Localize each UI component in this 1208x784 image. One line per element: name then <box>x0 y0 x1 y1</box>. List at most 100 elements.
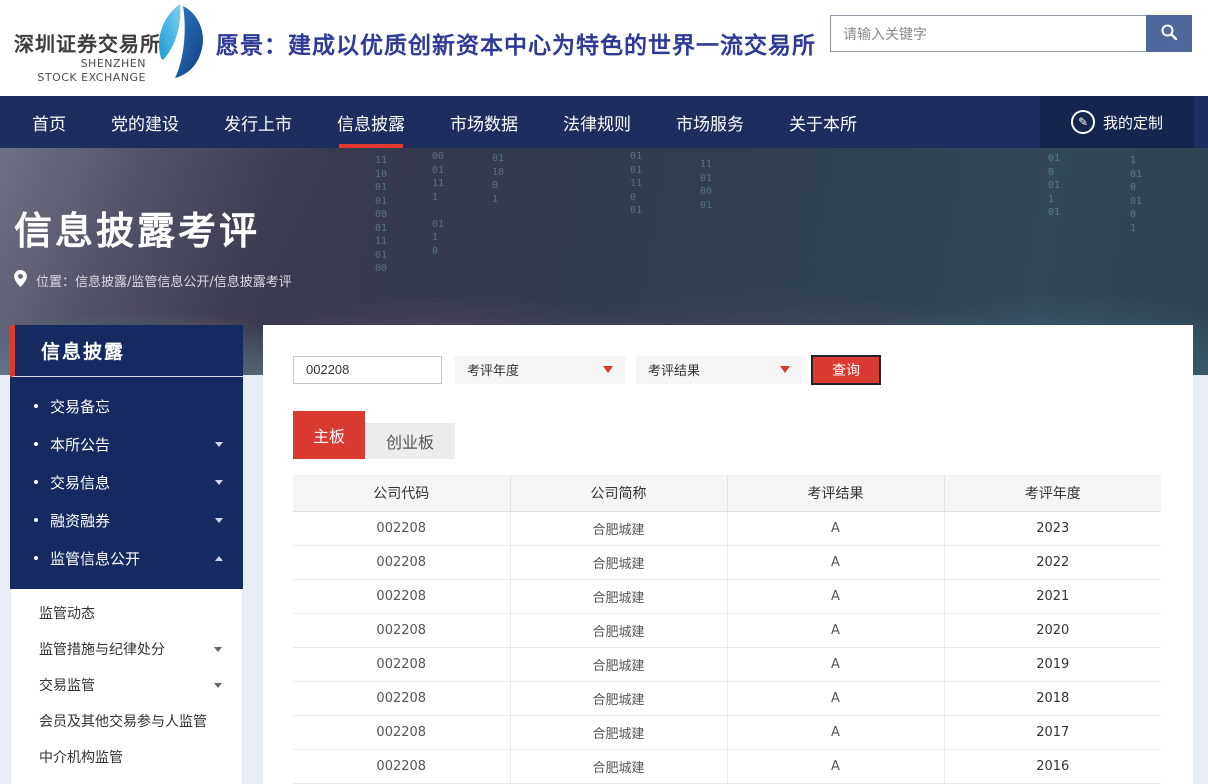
cell-company-code: 002208 <box>293 749 510 783</box>
nav-item-市场服务[interactable]: 市场服务 <box>676 96 744 148</box>
sidebar-subitem-监管措施与纪律处分[interactable]: 监管措施与纪律处分 <box>11 631 242 667</box>
sidebar-subitem-label: 中介机构监管 <box>39 747 123 767</box>
binary-digits-decor: 01 10 0 1 <box>492 152 504 206</box>
logo-chinese-name: 深圳证券交易所 <box>14 28 146 57</box>
bullet-icon <box>34 442 38 446</box>
filter-bar: 考评年度 考评结果 查询 <box>293 355 1163 384</box>
evaluation-result-label: 考评结果 <box>648 360 700 379</box>
breadcrumb: 位置：信息披露/监管信息公开/信息披露考评 <box>14 270 292 291</box>
cell-result: A <box>727 613 944 647</box>
page-title: 信息披露考评 <box>14 200 260 255</box>
table-row: 002208合肥城建A2022 <box>293 545 1161 579</box>
nav-item-关于本所[interactable]: 关于本所 <box>789 96 857 148</box>
search-icon <box>1160 23 1178 44</box>
cell-year: 2019 <box>944 647 1161 681</box>
logo-text[interactable]: 深圳证券交易所 SHENZHEN STOCK EXCHANGE <box>14 28 146 85</box>
sidebar: 信息披露 交易备忘本所公告交易信息融资融券监管信息公开 监管动态监管措施与纪律处… <box>10 325 243 784</box>
my-customization-button[interactable]: ✎ 我的定制 <box>1040 96 1194 148</box>
nav-item-首页[interactable]: 首页 <box>32 96 66 148</box>
column-header-公司代码: 公司代码 <box>293 475 510 511</box>
sidebar-subitem-label: 监管措施与纪律处分 <box>39 639 165 659</box>
table-row: 002208合肥城建A2023 <box>293 511 1161 545</box>
cell-company-code: 002208 <box>293 579 510 613</box>
vision-slogan: 愿景：建成以优质创新资本中心为特色的世界一流交易所 <box>216 26 816 60</box>
column-header-公司简称: 公司简称 <box>510 475 727 511</box>
sidebar-item-监管信息公开[interactable]: 监管信息公开 <box>10 539 243 577</box>
page: 深圳证券交易所 SHENZHEN STOCK EXCHANGE 愿景：建成以优质… <box>0 0 1208 784</box>
nav-item-法律规则[interactable]: 法律规则 <box>563 96 631 148</box>
binary-digits-decor: 01 0 01 1 01 <box>1048 152 1060 220</box>
tab-创业板[interactable]: 创业板 <box>365 423 455 459</box>
szse-logo-icon <box>153 2 207 82</box>
sidebar-subitem-label: 监管动态 <box>39 603 95 623</box>
bullet-icon <box>34 404 38 408</box>
cell-year: 2018 <box>944 681 1161 715</box>
site-header: 深圳证券交易所 SHENZHEN STOCK EXCHANGE 愿景：建成以优质… <box>0 0 1208 96</box>
binary-digits-decor: 1 01 0 01 0 1 <box>1130 154 1142 235</box>
cell-company-name: 合肥城建 <box>510 613 727 647</box>
cell-result: A <box>727 715 944 749</box>
bullet-icon <box>34 480 38 484</box>
search-button[interactable] <box>1146 15 1192 52</box>
chevron-up-icon <box>215 556 223 561</box>
cell-result: A <box>727 511 944 545</box>
sidebar-item-交易备忘[interactable]: 交易备忘 <box>10 387 243 425</box>
binary-digits-decor: 00 01 11 1 01 1 0 <box>432 150 444 258</box>
chevron-down-icon <box>214 683 222 688</box>
cell-company-name: 合肥城建 <box>510 511 727 545</box>
board-tabs: 主板创业板 <box>293 411 1163 459</box>
my-customization-label: 我的定制 <box>1103 112 1163 133</box>
chevron-down-icon <box>215 518 223 523</box>
breadcrumb-text: 位置：信息披露/监管信息公开/信息披露考评 <box>36 271 292 290</box>
query-button[interactable]: 查询 <box>811 355 881 385</box>
sidebar-item-label: 监管信息公开 <box>50 548 140 569</box>
chevron-down-icon <box>780 366 790 373</box>
chevron-down-icon <box>214 647 222 652</box>
cell-company-code: 002208 <box>293 715 510 749</box>
cell-year: 2017 <box>944 715 1161 749</box>
cell-company-name: 合肥城建 <box>510 579 727 613</box>
cell-company-code: 002208 <box>293 681 510 715</box>
search-input[interactable] <box>830 15 1146 52</box>
table-row: 002208合肥城建A2017 <box>293 715 1161 749</box>
sidebar-subitem-交易监管[interactable]: 交易监管 <box>11 667 242 703</box>
sidebar-subitem-监管动态[interactable]: 监管动态 <box>11 595 242 631</box>
company-code-input[interactable] <box>293 356 442 384</box>
bullet-icon <box>34 556 38 560</box>
cell-company-name: 合肥城建 <box>510 545 727 579</box>
sidebar-subitem-发行承销监管[interactable]: 发行承销监管 <box>11 775 242 784</box>
column-header-考评年度: 考评年度 <box>944 475 1161 511</box>
nav-item-党的建设[interactable]: 党的建设 <box>111 96 179 148</box>
main-panel: 考评年度 考评结果 查询 主板创业板 公司代码公司简称考评结果考评年度 0022… <box>263 325 1193 784</box>
sidebar-subitem-会员及其他交易参与人监管[interactable]: 会员及其他交易参与人监管 <box>11 703 242 739</box>
sidebar-submenu: 监管动态监管措施与纪律处分交易监管会员及其他交易参与人监管中介机构监管发行承销监… <box>10 589 243 784</box>
evaluation-result-select[interactable]: 考评结果 <box>636 356 802 384</box>
evaluation-year-select[interactable]: 考评年度 <box>455 356 625 384</box>
main-navbar: 首页党的建设发行上市信息披露市场数据法律规则市场服务关于本所 ✎ 我的定制 <box>0 96 1208 148</box>
cell-result: A <box>727 579 944 613</box>
sidebar-subitem-中介机构监管[interactable]: 中介机构监管 <box>11 739 242 775</box>
binary-digits-decor: 11 01 00 01 <box>700 158 712 212</box>
sidebar-subitem-label: 交易监管 <box>39 675 95 695</box>
cell-year: 2022 <box>944 545 1161 579</box>
sidebar-item-交易信息[interactable]: 交易信息 <box>10 463 243 501</box>
tab-主板[interactable]: 主板 <box>293 411 365 459</box>
evaluation-table: 公司代码公司简称考评结果考评年度 002208合肥城建A2023002208合肥… <box>293 475 1161 784</box>
cell-company-name: 合肥城建 <box>510 715 727 749</box>
cell-company-code: 002208 <box>293 545 510 579</box>
pencil-circle-icon: ✎ <box>1071 110 1095 134</box>
nav-item-发行上市[interactable]: 发行上市 <box>224 96 292 148</box>
table-row: 002208合肥城建A2019 <box>293 647 1161 681</box>
site-search <box>830 15 1192 52</box>
nav-item-市场数据[interactable]: 市场数据 <box>450 96 518 148</box>
cell-company-code: 002208 <box>293 613 510 647</box>
cell-result: A <box>727 681 944 715</box>
sidebar-item-label: 本所公告 <box>50 434 110 455</box>
sidebar-item-本所公告[interactable]: 本所公告 <box>10 425 243 463</box>
sidebar-subitem-label: 会员及其他交易参与人监管 <box>39 711 207 731</box>
nav-item-信息披露[interactable]: 信息披露 <box>337 96 405 148</box>
chevron-down-icon <box>215 442 223 447</box>
chevron-down-icon <box>215 480 223 485</box>
sidebar-item-融资融券[interactable]: 融资融券 <box>10 501 243 539</box>
cell-year: 2016 <box>944 749 1161 783</box>
